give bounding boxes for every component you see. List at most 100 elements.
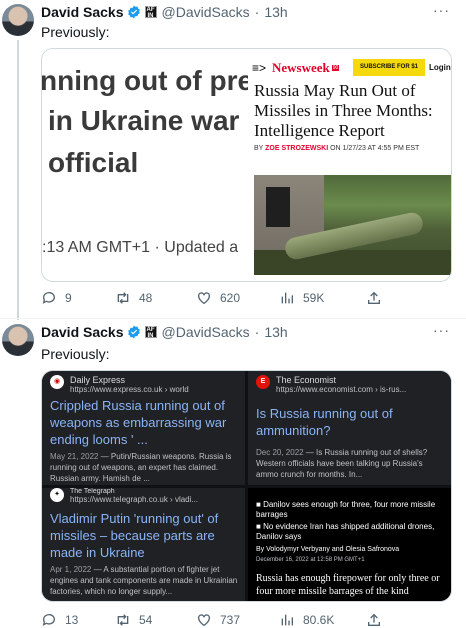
image-grid: ◉ Daily Express https://www.express.co.u… (42, 371, 451, 601)
photo-doorway (266, 187, 290, 227)
tweet-2[interactable]: David Sacks AF IN @DavidSacks · 13h ··· P… (0, 320, 466, 628)
screenshot-line-3: official (48, 147, 139, 178)
more-options-icon[interactable]: ··· (433, 322, 450, 338)
newsweek-header: ≡> Newsweek 90 SUBSCRIBE FOR $1 Login (248, 57, 451, 79)
reply-count: 9 (65, 291, 72, 305)
result-source: ✦ The Telegraph https://www.telegraph.co… (50, 488, 198, 505)
views-button[interactable]: 80.6K (279, 612, 334, 628)
result-source-name: The Economist (276, 375, 337, 385)
result-date: Apr 1, 2022 (50, 565, 92, 574)
reply-icon (42, 292, 55, 304)
reply-button[interactable]: 9 (41, 290, 72, 306)
newsweek-logo: Newsweek (272, 60, 330, 75)
retweet-button[interactable]: 54 (115, 612, 152, 628)
retweet-count: 54 (139, 613, 153, 627)
verified-badge-icon (127, 325, 140, 339)
share-button[interactable] (366, 612, 390, 628)
login-link: Login (429, 63, 451, 72)
search-result-economist[interactable]: E The Economist https://www.economist.co… (248, 371, 451, 485)
result-title: Vladimir Putin 'running out' of missiles… (50, 511, 219, 560)
author-name[interactable]: David Sacks (41, 324, 124, 340)
result-source-name: Daily Express (70, 375, 126, 385)
tweet-actions: 13 54 737 80.6K (41, 612, 452, 628)
avatar[interactable] (2, 324, 34, 356)
views-icon (281, 292, 293, 304)
reply-count: 13 (65, 613, 79, 627)
missile-photo (254, 175, 451, 275)
article-byline: By Volodymyr Verbyany and Olesia Safrono… (256, 546, 400, 553)
byline-author: ZOE STROZEWSKI (265, 145, 329, 152)
affiliate-badge-icon[interactable]: AF IN (144, 326, 157, 339)
result-title: Crippled Russia running out of weapons a… (50, 398, 227, 447)
article-screenshot-left: nning out of pre in Ukraine war official… (42, 49, 248, 281)
newsweek-byline: BY ZOE STROZEWSKI ON 1/27/23 AT 4:55 PM … (254, 145, 419, 152)
tweet-text: Previously: (41, 24, 110, 40)
more-options-icon[interactable]: ··· (433, 2, 450, 18)
newsweek-screenshot: ≡> Newsweek 90 SUBSCRIBE FOR $1 Login Ru… (248, 49, 451, 281)
screenshot-line-2: in Ukraine war (48, 105, 240, 136)
tweet-text: Previously: (41, 346, 110, 362)
telegraph-favicon-icon: ✦ (50, 488, 64, 502)
avatar[interactable] (2, 4, 34, 36)
search-result-express[interactable]: ◉ Daily Express https://www.express.co.u… (42, 371, 245, 485)
author-handle[interactable]: @DavidSacks (162, 4, 250, 20)
author-handle[interactable]: @DavidSacks (162, 324, 250, 340)
share-icon (368, 291, 380, 304)
tweet-header: David Sacks AF IN @DavidSacks · 13h (41, 324, 288, 340)
article-bullet: ■ Danilov sees enough for three, four mo… (256, 500, 436, 519)
heart-icon (198, 614, 210, 627)
thread-line (17, 40, 19, 320)
view-count: 59K (303, 291, 325, 305)
tweet-time[interactable]: 13h (264, 324, 287, 340)
byline-prefix: BY (254, 145, 266, 152)
affiliate-badge-icon[interactable]: AF IN (144, 6, 157, 19)
view-count: 80.6K (303, 613, 335, 627)
result-source-name: The Telegraph (70, 488, 115, 495)
retweet-button[interactable]: 48 (115, 290, 152, 306)
result-url: https://www.economist.com › is-rus... (276, 385, 407, 394)
menu-icon: ≡> (252, 61, 267, 75)
search-result-telegraph[interactable]: ✦ The Telegraph https://www.telegraph.co… (42, 488, 245, 601)
like-button[interactable]: 620 (196, 290, 240, 306)
views-button[interactable]: 59K (279, 290, 324, 306)
result-snippet: May 21, 2022 — Putin/Russian weapons. Ru… (50, 451, 240, 484)
like-count: 737 (220, 613, 241, 627)
bullet-text: Danilov sees enough for three, four more… (256, 500, 436, 519)
tweet-1[interactable]: David Sacks AF IN @DavidSacks · 13h ··· P… (0, 0, 466, 320)
result-url: https://www.express.co.uk › world (70, 385, 189, 394)
reply-button[interactable]: 13 (41, 612, 78, 628)
tweet-header: David Sacks AF IN @DavidSacks · 13h (41, 4, 288, 20)
result-date: May 21, 2022 (50, 452, 99, 461)
tweet-time[interactable]: 13h (264, 4, 287, 20)
article-body: Russia has enough firepower for only thr… (256, 573, 440, 597)
result-url: https://www.telegraph.co.uk › vladi... (70, 495, 199, 504)
article-date: December 16, 2022 at 12:58 PM GMT+1 (256, 557, 365, 563)
bullet-text: No evidence Iran has shipped additional … (256, 522, 435, 541)
tweet-actions: 9 48 620 59K (41, 290, 452, 310)
like-button[interactable]: 737 (196, 612, 240, 628)
express-favicon-icon: ◉ (50, 375, 64, 389)
retweet-count: 48 (139, 291, 153, 305)
tweet-media-grid[interactable]: ◉ Daily Express https://www.express.co.u… (41, 370, 452, 602)
newsweek-headline: Russia May Run Out of Missiles in Three … (254, 81, 433, 140)
author-name[interactable]: David Sacks (41, 4, 124, 20)
retweet-icon (117, 292, 129, 304)
dot-separator: · (254, 324, 260, 340)
article-excerpt[interactable]: ■ Danilov sees enough for three, four mo… (248, 488, 451, 601)
tweet-media[interactable]: nning out of pre in Ukraine war official… (41, 48, 452, 282)
reply-icon (42, 614, 55, 626)
newsweek-90-badge: 90 (331, 65, 340, 71)
result-date: Dec 20, 2022 (256, 448, 304, 457)
retweet-icon (117, 614, 129, 626)
share-button[interactable] (366, 290, 390, 306)
screenshot-line-1: nning out of pre (42, 65, 248, 96)
like-count: 620 (220, 291, 241, 305)
share-icon (368, 613, 380, 626)
verified-badge-icon (127, 5, 140, 19)
result-snippet: Apr 1, 2022 — A substantial portion of f… (50, 564, 240, 597)
byline-date: ON 1/27/23 AT 4:55 PM EST (328, 145, 420, 152)
heart-icon (198, 292, 210, 305)
result-snippet: Dec 20, 2022 — Is Russia running out of … (256, 447, 446, 480)
screenshot-timestamp: :13 AM GMT+1 · Updated a (42, 239, 239, 256)
tweet-divider (0, 318, 466, 319)
